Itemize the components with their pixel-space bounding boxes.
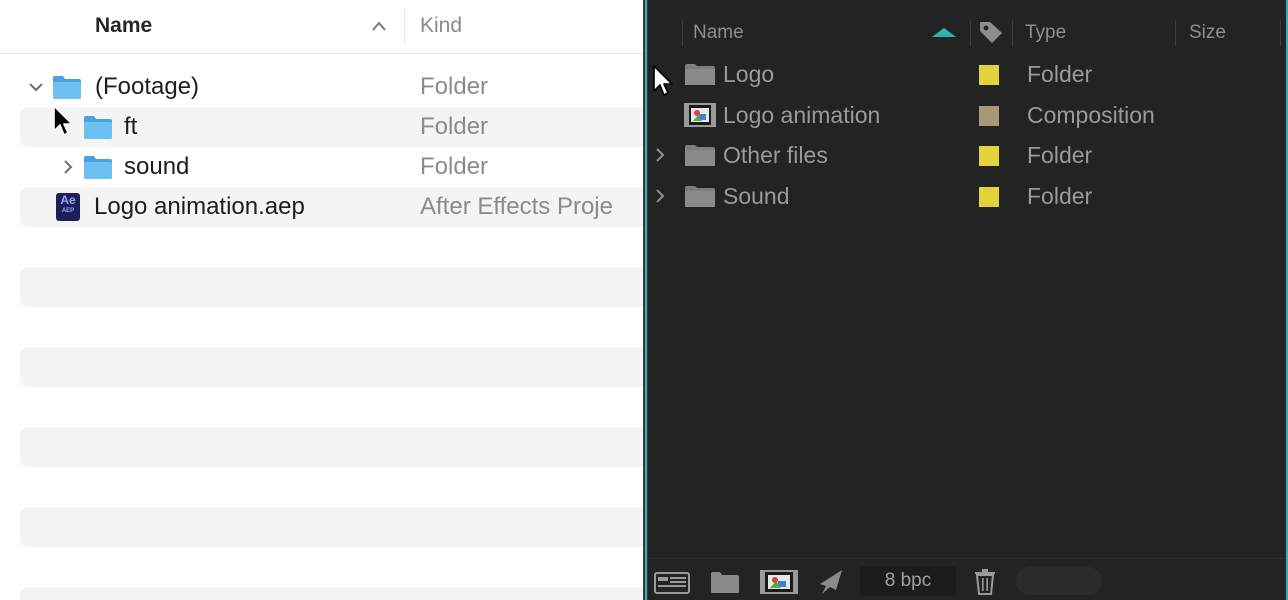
ae-size-column-header[interactable]: Size	[1189, 22, 1226, 44]
mouse-pointer-icon	[53, 105, 73, 136]
ae-project-footer: 8 bpc	[648, 558, 1286, 600]
label-color-swatch[interactable]	[979, 146, 999, 166]
ae-item-name: Logo animation	[723, 102, 881, 128]
mouse-pointer-icon	[653, 65, 673, 96]
ae-item-name: Sound	[723, 183, 790, 209]
empty-row-stripe	[20, 587, 643, 600]
sort-ascending-icon[interactable]	[932, 28, 956, 37]
ae-item-type: Folder	[1027, 61, 1093, 87]
interpret-footage-icon[interactable]	[654, 569, 690, 595]
finder-row-logo-animation-aep[interactable]: Ae AEP Logo animation.aep After Effects …	[20, 187, 643, 227]
column-divider[interactable]	[682, 20, 683, 46]
trash-icon[interactable]	[974, 569, 996, 595]
disclosure-collapsed-icon[interactable]	[60, 159, 76, 175]
ae-project-panel: Name Type Size Logo Folder Logo animatio…	[648, 0, 1288, 600]
ae-item-type: Composition	[1027, 102, 1155, 128]
folder-icon	[685, 186, 715, 207]
bit-depth-label: 8 bpc	[884, 570, 932, 591]
adobe-media-encoder-icon[interactable]	[816, 569, 844, 595]
finder-row-footage[interactable]: (Footage) Folder	[20, 67, 643, 107]
sort-ascending-chevron-icon[interactable]	[371, 20, 387, 32]
folder-icon	[84, 116, 112, 139]
empty-row-stripe	[20, 427, 643, 467]
new-composition-icon[interactable]	[760, 569, 798, 595]
finder-item-kind: Folder	[420, 73, 489, 100]
column-divider[interactable]	[1280, 20, 1281, 46]
bit-depth-button[interactable]: 8 bpc	[860, 566, 956, 596]
composition-icon	[684, 103, 716, 127]
label-color-swatch[interactable]	[979, 187, 999, 207]
disclosure-collapsed-icon[interactable]	[654, 147, 666, 163]
ae-item-name: Other files	[723, 142, 828, 168]
finder-item-name: sound	[124, 153, 190, 180]
disclosure-collapsed-icon[interactable]	[654, 188, 666, 204]
label-color-swatch[interactable]	[979, 106, 999, 126]
finder-item-kind: After Effects Proje	[420, 193, 613, 220]
finder-item-name: Logo animation.aep	[94, 193, 305, 220]
ae-row-other-files[interactable]: Other files Folder	[648, 135, 1286, 175]
label-color-swatch[interactable]	[979, 65, 999, 85]
ae-row-sound[interactable]: Sound Folder	[648, 176, 1286, 216]
kind-column-header[interactable]: Kind	[420, 14, 462, 38]
new-folder-icon[interactable]	[710, 569, 740, 595]
ae-item-name: Logo	[723, 61, 775, 87]
folder-icon	[685, 64, 715, 85]
finder-item-kind: Folder	[420, 113, 489, 140]
column-divider[interactable]	[404, 8, 405, 44]
folder-icon	[685, 145, 715, 166]
finder-item-kind: Folder	[420, 153, 489, 180]
column-divider[interactable]	[1012, 20, 1013, 46]
ae-item-type: Folder	[1027, 183, 1093, 209]
ae-item-type: Folder	[1027, 142, 1093, 168]
name-column-header[interactable]: Name	[95, 14, 152, 38]
empty-row-stripe	[20, 267, 643, 307]
ae-column-header: Name Type Size	[648, 16, 1286, 50]
ae-row-logo-animation[interactable]: Logo animation Composition	[648, 95, 1286, 135]
disclosure-expanded-icon[interactable]	[28, 79, 44, 95]
finder-row-sound[interactable]: sound Folder	[20, 147, 643, 187]
ae-type-column-header[interactable]: Type	[1025, 22, 1066, 44]
finder-row-ft[interactable]: ft Folder	[20, 107, 643, 147]
column-divider[interactable]	[970, 20, 971, 46]
horizontal-scrollbar[interactable]	[1016, 567, 1102, 595]
folder-icon	[84, 156, 112, 179]
label-tag-icon[interactable]	[978, 20, 1004, 44]
ae-name-column-header[interactable]: Name	[693, 22, 744, 44]
after-effects-file-icon: Ae AEP	[56, 193, 80, 221]
empty-row-stripe	[20, 347, 643, 387]
empty-row-stripe	[20, 507, 643, 547]
ae-row-logo[interactable]: Logo Folder	[648, 54, 1286, 94]
column-divider[interactable]	[1175, 20, 1176, 46]
finder-item-name: ft	[124, 113, 138, 140]
finder-item-name: (Footage)	[95, 73, 200, 100]
finder-window: Name Kind (Footage) Folder ft Folder sou…	[0, 0, 643, 600]
folder-icon	[53, 76, 81, 99]
finder-column-header: Name Kind	[0, 0, 643, 54]
